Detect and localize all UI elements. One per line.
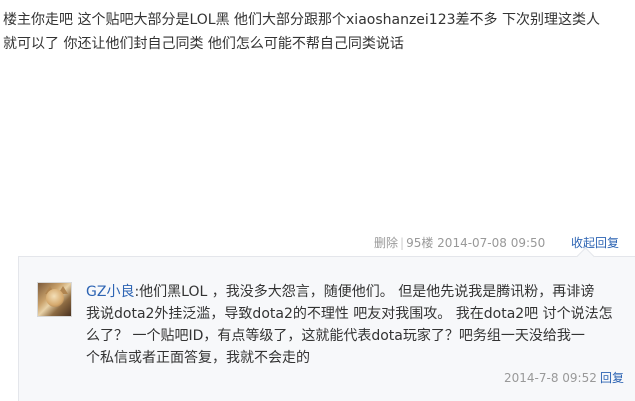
floor-number: 95楼 [406,236,434,250]
reply-content-line: 他们黑LOL ，我没多大怨言，随便他们。 但是他先说我是腾讯粉，再诽谤 [139,284,595,300]
post-content-line: 就可以了 你还让他们封自己同类 他们怎么可能不帮自己同类说话 [3,36,404,52]
avatar[interactable] [37,282,72,317]
post-timestamp: 2014-07-08 09:50 [437,236,546,250]
delete-link[interactable]: 删除 [374,236,398,250]
post-content: 楼主你走吧 这个贴吧大部分是LOL黑 他们大部分跟那个xiaoshanzei12… [3,8,635,56]
reply-timestamp: 2014-7-8 09:52 [504,371,597,385]
avatar-face [46,289,64,307]
reply-button[interactable]: 回复 [600,368,624,388]
reply-panel: GZ小良:他们黑LOL ，我没多大怨言，随便他们。 但是他先说我是腾讯粉，再诽谤… [18,247,635,401]
reply-content-line: 么了？ 一个贴吧ID，有点等级了，这就能代表dota玩家了？吧务组一天没给我一 [86,328,585,344]
reply-content-line: 我说dota2外挂泛滥，导致dota2的不理性 吧友对我围攻。 我在dota2吧… [86,306,613,322]
reply-author-link[interactable]: GZ小良 [86,284,134,300]
reply-first-line: GZ小良:他们黑LOL ，我没多大怨言，随便他们。 但是他先说我是腾讯粉，再诽谤 [86,281,635,303]
reply-text: GZ小良:他们黑LOL ，我没多大怨言，随便他们。 但是他先说我是腾讯粉，再诽谤… [86,281,635,369]
reply-content-line: 个私信或者正面答复，我就不会走的 [86,350,310,366]
collapse-reply-button[interactable]: 收起回复 [571,233,619,253]
post-tail: 删除 | 95楼 2014-07-08 09:50 [374,233,545,253]
separator: | [400,236,405,250]
tieba-post-page: 楼主你走吧 这个贴吧大部分是LOL黑 他们大部分跟那个xiaoshanzei12… [0,0,635,401]
reply-item: GZ小良:他们黑LOL ，我没多大怨言，随便他们。 但是他先说我是腾讯粉，再诽谤… [19,257,635,401]
post-content-line: 楼主你走吧 这个贴吧大部分是LOL黑 他们大部分跟那个xiaoshanzei12… [3,12,600,28]
